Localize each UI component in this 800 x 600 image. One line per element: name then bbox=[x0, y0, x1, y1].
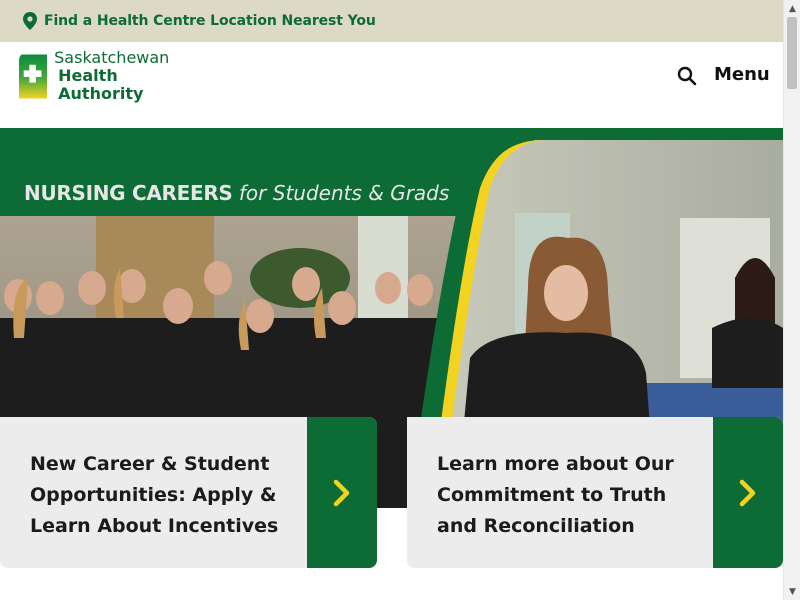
career-opportunities-card[interactable]: New Career & Student Opportunities: Appl… bbox=[0, 417, 377, 568]
card-label: New Career & Student Opportunities: Appl… bbox=[30, 453, 279, 537]
hero-title: NURSING CAREERS for Students & Grads bbox=[24, 181, 449, 205]
logo-line-2: Health Authority bbox=[58, 66, 144, 103]
scroll-down-arrow-icon[interactable]: ▼ bbox=[784, 583, 800, 600]
chevron-right-icon bbox=[739, 479, 756, 506]
location-banner: Find a Health Centre Location Nearest Yo… bbox=[0, 0, 783, 42]
find-health-centre-link[interactable]: Find a Health Centre Location Nearest Yo… bbox=[44, 13, 376, 29]
scroll-up-arrow-icon[interactable]: ▲ bbox=[784, 0, 800, 17]
logo-cross-icon bbox=[19, 53, 48, 99]
logo-line-1: Saskatchewan bbox=[54, 48, 170, 67]
sha-logo[interactable]: Saskatchewan Health Authority bbox=[19, 48, 199, 103]
card-label: Learn more about Our Commitment to Truth… bbox=[437, 453, 674, 537]
search-icon[interactable] bbox=[676, 65, 698, 87]
site-header: Saskatchewan Health Authority Menu bbox=[0, 42, 783, 128]
scrollbar-thumb[interactable] bbox=[787, 17, 797, 89]
map-pin-icon bbox=[23, 12, 37, 30]
menu-button[interactable]: Menu bbox=[714, 64, 770, 85]
card-arrow-button[interactable] bbox=[307, 417, 377, 568]
hero-title-italic: for Students & Grads bbox=[238, 181, 450, 205]
truth-reconciliation-card[interactable]: Learn more about Our Commitment to Truth… bbox=[407, 417, 783, 568]
chevron-right-icon bbox=[333, 479, 350, 506]
card-arrow-button[interactable] bbox=[713, 417, 783, 568]
hero-title-bold: NURSING CAREERS bbox=[24, 181, 233, 205]
vertical-scrollbar[interactable]: ▲ ▼ bbox=[783, 0, 800, 600]
